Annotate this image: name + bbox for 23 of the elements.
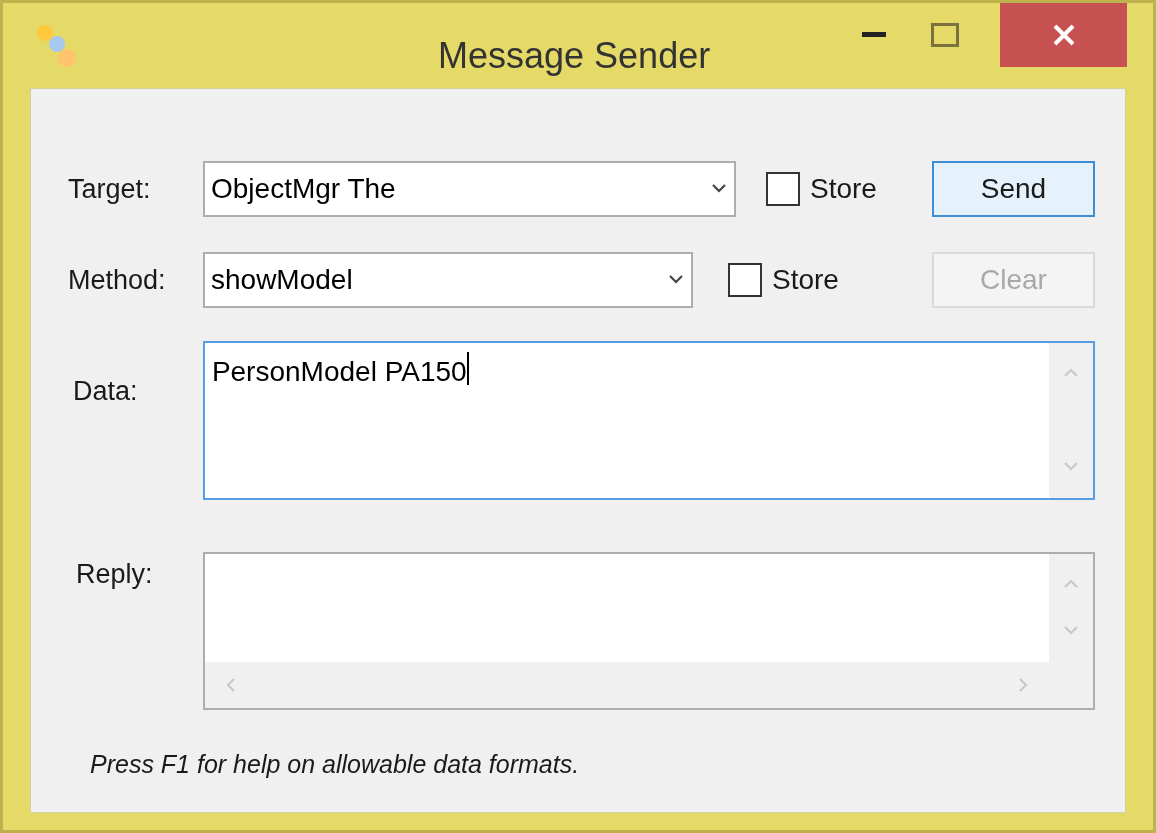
help-hint: Press F1 for help on allowable data formats. [90, 749, 581, 780]
minimize-icon [862, 32, 886, 38]
close-icon [1051, 23, 1076, 47]
checkbox-icon [728, 263, 762, 297]
close-button[interactable] [1000, 3, 1127, 67]
checkbox-icon [766, 172, 800, 206]
reply-text-area[interactable] [202, 552, 1095, 710]
dropdown-field[interactable]: showModel [203, 252, 693, 308]
data-text-area[interactable]: PersonModel PA150 [202, 341, 1095, 500]
dropdown-field[interactable]: ObjectMgr The [203, 161, 736, 217]
text-cursor [466, 352, 469, 385]
field-label: Reply: [75, 558, 154, 591]
field-label: Method: [68, 263, 167, 297]
field-label: Target: [68, 172, 152, 206]
vertical-scrollbar[interactable] [1049, 343, 1093, 498]
store-checkbox[interactable]: Store [728, 259, 839, 301]
window-title: Message Sender [438, 34, 711, 78]
store-checkbox[interactable]: Store [766, 168, 877, 210]
horizontal-scrollbar[interactable] [204, 662, 1049, 708]
send-button[interactable]: Send [932, 161, 1095, 217]
vertical-scrollbar[interactable] [1049, 554, 1093, 662]
field-label: Data: [72, 375, 139, 408]
maximize-icon [931, 23, 959, 47]
